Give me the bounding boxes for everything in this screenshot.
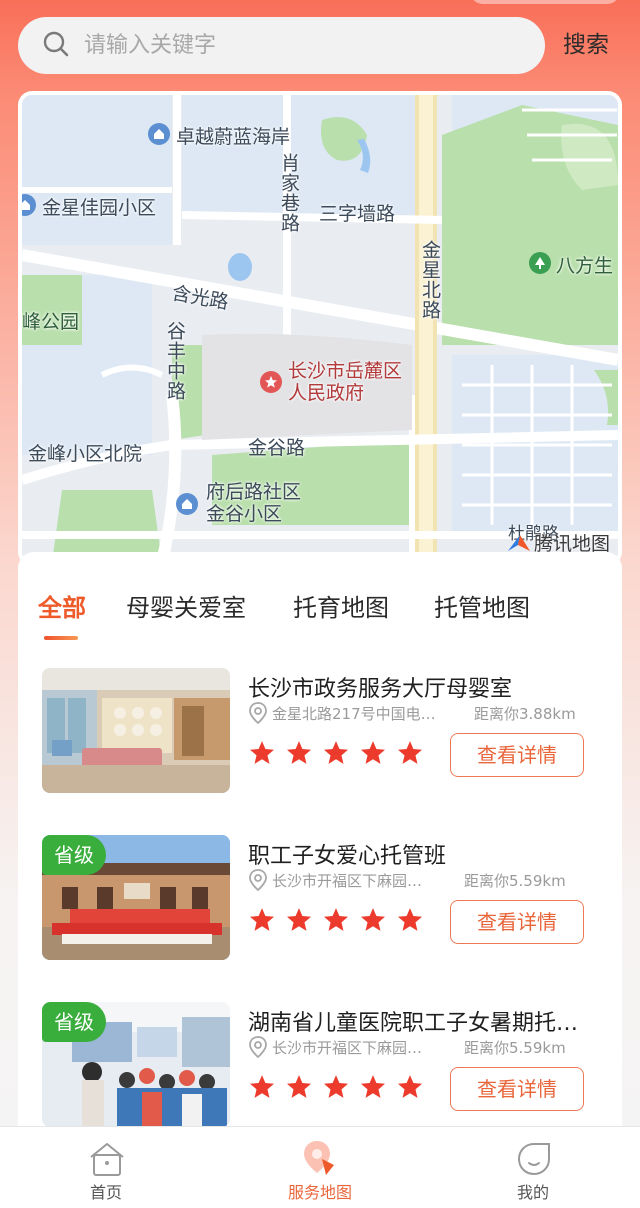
card-address: 金星北路217号中国电… <box>272 705 436 723</box>
map-canvas[interactable]: 卓越蔚蓝海岸 金星佳园小区 肖家巷路 三字墙路 金星北路 八方生 含光路 峰公园… <box>22 95 618 562</box>
map-label-jingu-road: 金谷路 <box>248 437 306 459</box>
card-title: 湖南省儿童医院职工子女暑期托… <box>248 1011 579 1036</box>
list-item[interactable]: 省级 职工子女爱心托管班 长沙市开福区下麻园… 距离你5.59km 查看详情 <box>42 835 602 963</box>
star-icon <box>286 1075 312 1098</box>
category-tabs: 全部 母婴关爱室 托育地图 托管地图 <box>18 588 622 628</box>
rating-stars <box>248 906 433 936</box>
residential-poi-icon[interactable] <box>148 123 170 145</box>
map-label-jinxing-garden: 金星佳园小区 <box>42 197 157 219</box>
card-address: 长沙市开福区下麻园… <box>272 872 423 890</box>
tab-mother-baby-room[interactable]: 母婴关爱室 <box>126 588 246 623</box>
location-pin-icon <box>249 1036 267 1058</box>
home-icon <box>90 1143 124 1176</box>
service-list-panel: 全部 母婴关爱室 托育地图 托管地图 长沙市政务服务大厅母婴室 金星北路217号… <box>18 552 622 1172</box>
profile-icon <box>517 1143 550 1176</box>
map-label-gufeng-middle-road: 谷丰中路 <box>164 321 186 401</box>
search-icon <box>42 30 70 62</box>
card-title: 职工子女爱心托管班 <box>248 844 447 869</box>
search-button[interactable]: 搜索 <box>563 28 609 62</box>
park-poi-icon[interactable] <box>529 252 551 274</box>
nav-service-map[interactable]: 服务地图 <box>260 1127 380 1208</box>
map-label-jinfeng-north-yard: 金峰小区北院 <box>28 443 143 465</box>
top-decoration <box>470 0 620 4</box>
bottom-navigation: 首页 服务地图 我的 <box>0 1126 640 1208</box>
card-distance: 距离你3.88km <box>474 705 576 723</box>
star-icon <box>323 908 349 931</box>
star-icon <box>249 1075 275 1098</box>
search-input[interactable] <box>84 33 504 58</box>
card-meta: 长沙市开福区下麻园… 距离你5.59km <box>248 1036 598 1058</box>
map-label-zhuoyue: 卓越蔚蓝海岸 <box>176 126 291 148</box>
star-icon <box>397 1075 423 1098</box>
tab-childcare-map[interactable]: 托育地图 <box>293 588 389 623</box>
card-meta: 长沙市开福区下麻园… 距离你5.59km <box>248 869 598 891</box>
star-icon <box>397 908 423 931</box>
star-icon <box>323 741 349 764</box>
nav-profile-label: 我的 <box>516 1183 549 1202</box>
star-icon <box>360 1075 386 1098</box>
map-label-bafang: 八方生 <box>556 255 614 277</box>
star-icon <box>360 908 386 931</box>
tab-all[interactable]: 全部 <box>38 588 86 623</box>
card-title: 长沙市政务服务大厅母婴室 <box>248 677 513 702</box>
location-pin-icon <box>249 702 267 724</box>
map-label-government: 长沙市岳麓区 人民政府 <box>288 360 403 404</box>
star-icon <box>286 908 312 931</box>
star-icon <box>323 1075 349 1098</box>
star-icon <box>286 741 312 764</box>
nav-home[interactable]: 首页 <box>46 1127 166 1208</box>
list-item[interactable]: 省级 湖南省儿童医院职工子女暑期托… 长沙市开福区下麻园… 距离你5.59km … <box>42 1002 602 1130</box>
tencent-map-icon <box>507 534 530 551</box>
view-details-button[interactable]: 查看详情 <box>450 1067 584 1111</box>
rating-stars <box>248 1073 433 1103</box>
government-poi-icon[interactable] <box>260 371 282 393</box>
tab-afterschool-map[interactable]: 托管地图 <box>434 588 530 623</box>
card-distance: 距离你5.59km <box>464 872 566 890</box>
map-label-xiaojia-lane: 肖家巷路 <box>278 153 300 233</box>
map-label-jinxing-north-road: 金星北路 <box>419 240 441 320</box>
card-photo <box>42 668 230 793</box>
map-view[interactable]: 卓越蔚蓝海岸 金星佳园小区 肖家巷路 三字墙路 金星北路 八方生 含光路 峰公园… <box>18 91 622 566</box>
map-background <box>22 95 618 562</box>
map-label-fuhou-community: 府后路社区 金谷小区 <box>206 481 302 525</box>
nav-home-label: 首页 <box>89 1183 122 1202</box>
star-icon <box>397 741 423 764</box>
list-item[interactable]: 长沙市政务服务大厅母婴室 金星北路217号中国电… 距离你3.88km 查看详情 <box>42 668 602 796</box>
card-photo: 省级 <box>42 835 230 960</box>
rating-stars <box>248 739 433 769</box>
search-bar[interactable] <box>18 17 545 74</box>
star-icon <box>360 741 386 764</box>
active-tab-indicator <box>44 636 78 640</box>
card-meta: 金星北路217号中国电… 距离你3.88km <box>248 702 598 724</box>
card-photo: 省级 <box>42 1002 230 1127</box>
star-icon <box>249 908 275 931</box>
residential-poi-icon[interactable] <box>176 493 198 515</box>
map-label-sanziqiang-road: 三字墙路 <box>319 203 396 225</box>
view-details-button[interactable]: 查看详情 <box>450 733 584 777</box>
location-pin-icon <box>249 869 267 891</box>
nav-profile[interactable]: 我的 <box>473 1127 593 1208</box>
view-details-button[interactable]: 查看详情 <box>450 900 584 944</box>
provincial-level-badge: 省级 <box>42 1002 106 1042</box>
card-address: 长沙市开福区下麻园… <box>272 1039 423 1057</box>
map-label-feng-park: 峰公园 <box>22 311 80 333</box>
provincial-level-badge: 省级 <box>42 835 106 875</box>
card-distance: 距离你5.59km <box>464 1039 566 1057</box>
nav-service-map-label: 服务地图 <box>287 1183 352 1202</box>
map-pin-icon <box>304 1141 334 1175</box>
star-icon <box>249 741 275 764</box>
